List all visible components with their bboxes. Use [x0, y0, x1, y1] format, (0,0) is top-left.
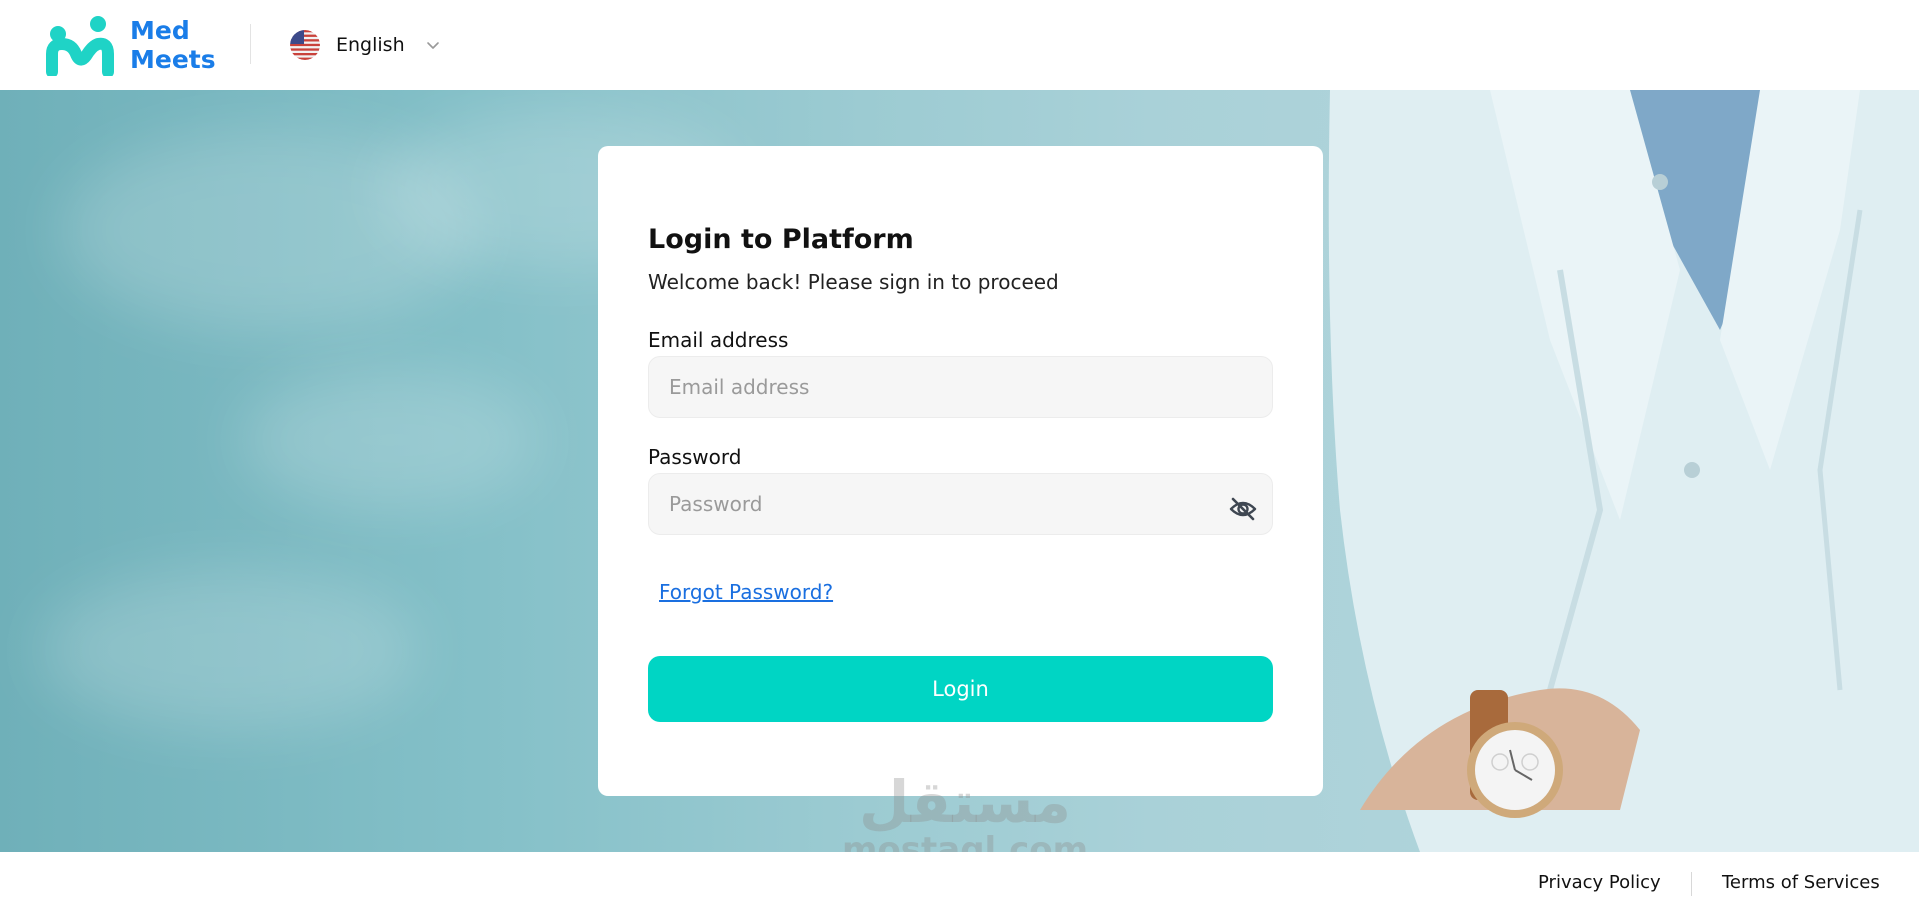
header-divider [250, 24, 251, 64]
brand-name-line1: Med [130, 16, 190, 45]
watermark-arabic: مستقل [858, 768, 1072, 836]
password-label: Password [648, 445, 742, 469]
language-selector[interactable]: English [290, 30, 441, 60]
medmeets-logo-icon [46, 16, 114, 76]
us-flag-icon [290, 30, 320, 60]
chevron-down-icon [426, 42, 439, 49]
footer-divider [1691, 872, 1692, 896]
brand-name-line2: Meets [130, 45, 216, 74]
forgot-password-link[interactable]: Forgot Password? [659, 580, 833, 604]
privacy-policy-link[interactable]: Privacy Policy [1538, 872, 1661, 893]
login-button[interactable]: Login [648, 656, 1273, 722]
login-title: Login to Platform [648, 224, 914, 255]
brand-name: Med Meets [130, 16, 216, 74]
background-cloud [40, 570, 420, 730]
language-label: English [336, 34, 405, 56]
background-cloud [240, 370, 540, 510]
top-header: Med Meets English [0, 0, 1919, 90]
eye-off-icon[interactable] [1228, 495, 1258, 523]
email-field[interactable] [648, 356, 1273, 418]
login-subtitle: Welcome back! Please sign in to proceed [648, 270, 1059, 294]
terms-of-services-link[interactable]: Terms of Services [1722, 872, 1880, 893]
footer: Privacy Policy Terms of Services [0, 852, 1919, 904]
doctor-photo [1328, 90, 1919, 852]
email-label: Email address [648, 328, 789, 352]
login-card: Login to Platform Welcome back! Please s… [598, 146, 1323, 796]
password-field[interactable] [648, 473, 1273, 535]
brand-logo[interactable]: Med Meets [46, 14, 216, 76]
